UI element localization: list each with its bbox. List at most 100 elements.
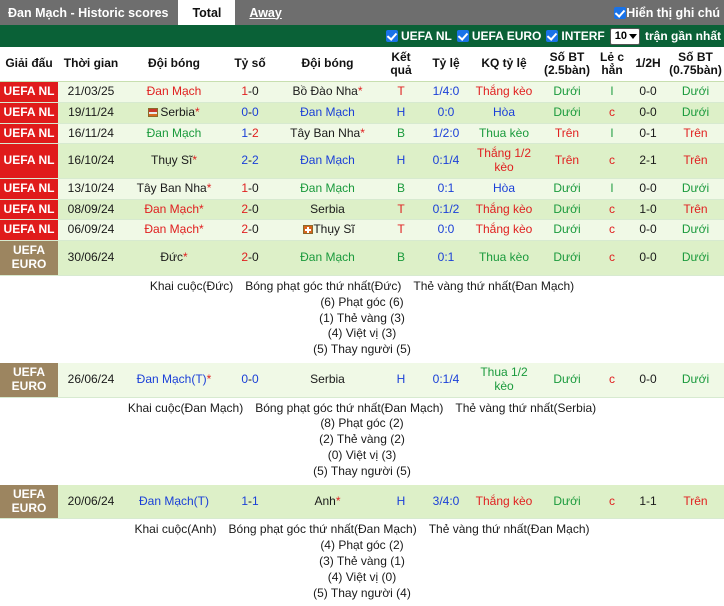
home-team-cell[interactable]: Tây Ban Nha* [124,178,224,200]
away-team-cell[interactable]: Thụy Sĩ [276,219,379,242]
league-badge[interactable]: UEFA EURO [0,363,58,398]
table-body: UEFA NL 21/03/25 Đan Mạch 1-0 Bồ Đào Nha* T 1/… [0,81,724,606]
table-row[interactable]: UEFA EURO 30/06/24 Đức* 2-0 Đan Mạch B 0:1 Thua… [0,240,724,276]
table-row[interactable]: UEFA NL 21/03/25 Đan Mạch 1-0 Bồ Đào Nha* T 1/… [0,81,724,103]
col-home-team[interactable]: Đội bóng [124,47,224,82]
over-under-075-cell: Dưới [667,240,724,276]
table-row[interactable]: UEFA NL 16/11/24 Đan Mạch 1-2 Tây Ban Nha* B 1… [0,123,724,145]
away-team-cell[interactable]: Tây Ban Nha* [276,123,379,145]
away-team-cell[interactable]: Đan Mạch [276,240,379,276]
detail-head-item: Khai cuộc(Đan Mạch) [127,400,244,415]
home-team-cell[interactable]: Đức* [124,240,224,276]
home-team-cell[interactable]: Đan Mạch [124,81,224,103]
table-row[interactable]: UEFA NL 06/09/24 Đan Mạch* 2-0 Thụy Sĩ T 0:0 Th… [0,219,724,242]
table-row[interactable]: UEFA NL 16/10/24 Thụy Sĩ* 2-2 Đan Mạch H 0:1/4… [0,143,724,179]
away-team-cell[interactable]: Serbia [276,199,379,221]
home-team-cell[interactable]: Đan Mạch [124,123,224,145]
home-team-cell[interactable]: Đan Mạch(T)* [124,363,224,398]
home-team-star: * [206,180,212,195]
league-badge[interactable]: UEFA NL [0,178,58,200]
col-odd-even[interactable]: Lẻ c hẳn [595,47,629,82]
league-badge[interactable]: UEFA NL [0,102,58,124]
score-home: 2 [241,222,248,237]
home-team-cell[interactable]: Đan Mạch* [124,199,224,221]
league-badge[interactable]: UEFA NL [0,199,58,221]
col-over-under-25[interactable]: Số BT (2.5bàn) [539,47,595,82]
home-team-name: Đức [160,250,184,265]
score-away: 0 [252,250,259,265]
league-badge[interactable]: UEFA NL [0,81,58,103]
col-odds-result[interactable]: KQ tỷ lệ [469,47,539,82]
league-badge[interactable]: UEFA EURO [0,240,58,276]
away-team-star: * [335,493,341,508]
away-team-cell[interactable]: Đan Mạch [276,178,379,200]
table-row[interactable]: UEFA NL 13/10/24 Tây Ban Nha* 1-0 Đan Mạch B 0… [0,178,724,200]
home-team-cell[interactable]: Thụy Sĩ* [124,143,224,179]
match-count-select[interactable]: 10 [609,27,640,45]
over-under-25-cell: Dưới [539,199,595,221]
filter-interf[interactable]: INTERF [546,29,605,43]
odd-even-cell: c [595,219,629,242]
score-cell: 2-0 [224,240,276,276]
odds-result-cell: Thua kèo [469,240,539,276]
col-half-time[interactable]: 1/2H [629,47,667,82]
league-badge[interactable]: UEFA NL [0,219,58,242]
detail-head-item: Bóng phạt góc thứ nhất(Đan Mạch) [255,400,444,415]
away-team-cell[interactable]: Bồ Đào Nha* [276,81,379,103]
home-team-cell[interactable]: Serbia* [124,102,224,124]
odd-even-cell: l [595,81,629,103]
filter-bar: UEFA NL UEFA EURO INTERF 10 trận gần nhấ… [0,25,724,47]
match-detail-row: Khai cuộc(Đan Mạch) Bóng phạt góc thứ nhấ… [0,397,724,485]
over-under-075-cell: Dưới [667,102,724,124]
detail-stat-line: (4) Việt vị (3) [327,326,397,341]
col-over-under-075[interactable]: Số BT (0.75bàn) [667,47,724,82]
away-team-cell[interactable]: Anh* [276,484,379,520]
match-date: 08/09/24 [58,199,124,221]
interf-checkbox-icon[interactable] [546,30,559,42]
col-time[interactable]: Thời gian [58,47,124,82]
chevron-down-icon[interactable] [628,33,637,39]
table-row[interactable]: UEFA NL 19/11/24 Serbia* 0-0 Đan Mạch H 0:0 Hòa… [0,102,724,124]
result-cell: H [379,143,423,179]
odd-even-cell: l [595,178,629,200]
score-home: 0 [241,104,248,119]
away-team-cell[interactable]: Serbia [276,363,379,398]
away-team-name: Anh [314,493,336,508]
score-away: 0 [252,222,259,237]
filter-uefa-nl[interactable]: UEFA NL [385,29,452,43]
league-badge[interactable]: UEFA NL [0,143,58,179]
tab-total[interactable]: Total [178,0,236,25]
home-team-cell[interactable]: Đan Mạch* [124,219,224,242]
show-notes-toggle[interactable]: Hiển thị ghi chú [614,0,724,25]
score-home: 1 [241,125,248,140]
col-result[interactable]: Kết quả [379,47,423,82]
col-score[interactable]: Tỷ số [224,47,276,82]
detail-head-item: Thẻ vàng thứ nhất(Serbia) [455,400,597,415]
home-team-star: * [183,250,188,265]
col-odds[interactable]: Tỷ lệ [423,47,469,82]
uefa-euro-checkbox-icon[interactable] [456,30,469,42]
table-row[interactable]: UEFA EURO 26/06/24 Đan Mạch(T)* 0-0 Serbia H 0… [0,363,724,398]
away-team-star: * [360,125,365,140]
col-league[interactable]: Giải đấu [0,47,58,82]
table-row[interactable]: UEFA NL 08/09/24 Đan Mạch* 2-0 Serbia T 0:1/2 T… [0,199,724,221]
table-row[interactable]: UEFA EURO 20/06/24 Đan Mạch(T) 1-1 Anh* H 3/4:… [0,484,724,520]
odds-cell: 0:1/4 [423,143,469,179]
show-notes-checkbox-icon[interactable] [614,6,627,19]
home-team-name: Đan Mạch(T) [136,371,207,386]
home-team-cell[interactable]: Đan Mạch(T) [124,484,224,520]
league-badge[interactable]: UEFA NL [0,123,58,145]
away-team-cell[interactable]: Đan Mạch [276,143,379,179]
detail-stat-line: (3) Thẻ vàng (1) [319,554,405,568]
away-team-cell[interactable]: Đan Mạch [276,102,379,124]
score-cell: 2-0 [224,199,276,221]
detail-stat-line: (4) Việt vị (0) [327,569,397,584]
league-badge[interactable]: UEFA EURO [0,484,58,520]
half-time-cell: 1-1 [629,484,667,520]
over-under-075-cell: Trên [667,143,724,179]
uefa-nl-checkbox-icon[interactable] [385,30,398,42]
tab-away[interactable]: Away [235,0,295,25]
filter-uefa-euro[interactable]: UEFA EURO [456,29,541,43]
score-cell: 0-0 [224,102,276,124]
col-away-team[interactable]: Đội bóng [276,47,379,82]
